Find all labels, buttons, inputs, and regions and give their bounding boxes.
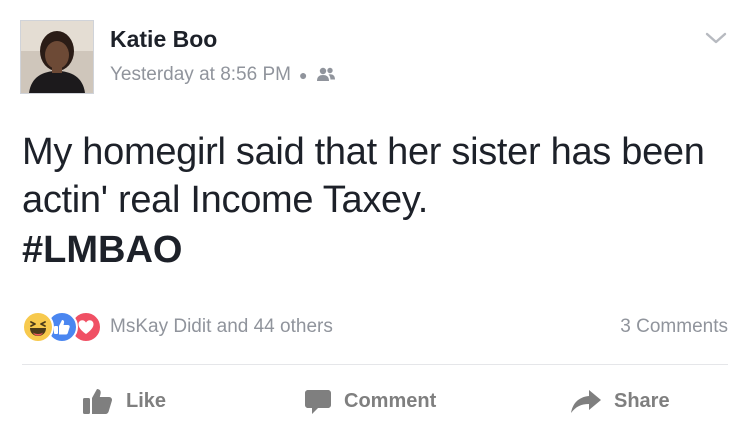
share-arrow-icon xyxy=(571,390,601,413)
reactions-summary[interactable]: MsKay Didit and 44 others xyxy=(22,311,333,343)
like-label: Like xyxy=(126,389,167,412)
reactors-text[interactable]: MsKay Didit and 44 others xyxy=(110,316,333,338)
comment-label: Comment xyxy=(344,389,437,412)
chevron-down-icon[interactable] xyxy=(704,30,728,46)
separator-dot: ● xyxy=(298,67,308,83)
share-button[interactable]: Share xyxy=(570,386,670,416)
divider xyxy=(22,364,728,365)
thumbs-up-icon xyxy=(83,389,113,414)
comment-icon xyxy=(305,390,331,414)
timestamp[interactable]: Yesterday at 8:56 PM xyxy=(110,64,291,86)
hashtag-link[interactable]: #LMBAO xyxy=(22,226,182,274)
post-meta: Yesterday at 8:56 PM ● xyxy=(110,62,337,88)
friends-icon[interactable] xyxy=(315,66,337,84)
haha-icon xyxy=(22,311,54,343)
avatar[interactable] xyxy=(20,20,94,94)
profile-photo xyxy=(21,21,93,93)
comment-button[interactable]: Comment xyxy=(304,386,436,416)
author-name[interactable]: Katie Boo xyxy=(110,26,217,53)
like-button[interactable]: Like xyxy=(82,386,166,416)
facebook-post: Katie Boo Yesterday at 8:56 PM ● My home… xyxy=(0,0,750,428)
share-label: Share xyxy=(614,389,670,412)
comments-count[interactable]: 3 Comments xyxy=(620,316,728,338)
post-text: My homegirl said that her sister has bee… xyxy=(22,131,705,221)
